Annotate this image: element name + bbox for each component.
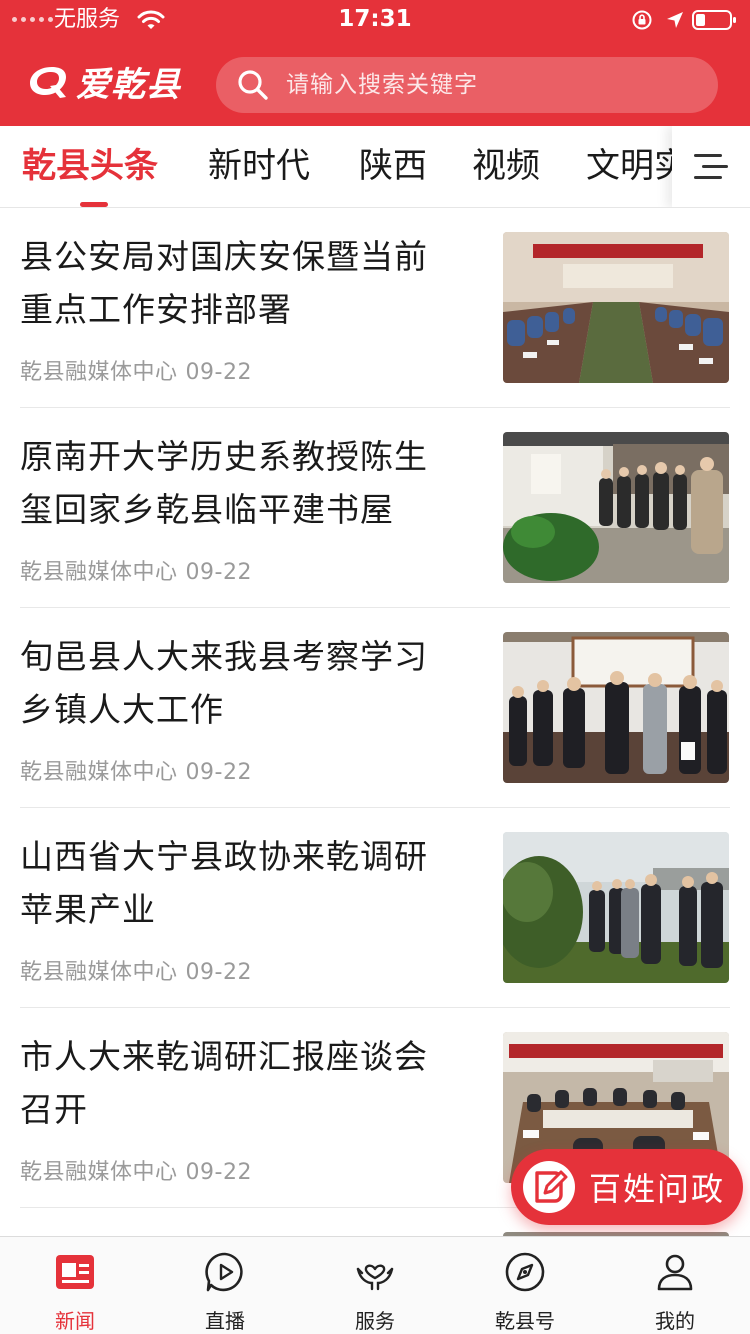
app-logo: 爱乾县	[26, 58, 181, 105]
search-input[interactable]	[286, 72, 686, 98]
meeting-room-image	[503, 232, 729, 383]
news-item[interactable]: 原南开大学历史系教授陈生玺回家乡乾县临平建书屋 乾县融媒体中心 09-22	[0, 408, 750, 608]
news-date: 09-22	[185, 1160, 252, 1185]
compass-icon	[505, 1252, 545, 1292]
news-thumbnail[interactable]	[503, 832, 729, 983]
news-item[interactable]: 山西省大宁县政协来乾调研苹果产业 乾县融媒体中心 09-22	[0, 808, 750, 1008]
nav-label: 直播	[205, 1309, 245, 1333]
status-bar: 无服务 17:31	[0, 0, 750, 40]
location-arrow-icon	[667, 12, 683, 28]
tab-shaanxi[interactable]: 陕西	[359, 144, 427, 188]
news-title: 县公安局对国庆安保暨当前重点工作安排部署	[20, 237, 428, 329]
news-date: 09-22	[185, 560, 252, 585]
nav-news[interactable]: 新闻	[0, 1237, 150, 1334]
news-source: 乾县融媒体中心	[20, 360, 178, 385]
rotation-lock-icon	[632, 10, 652, 30]
news-icon	[56, 1255, 94, 1289]
nav-label: 我的	[655, 1309, 695, 1333]
channel-tabs: 乾县头条 新时代 陕西 视频 文明实	[0, 126, 750, 208]
news-source: 乾县融媒体中心	[20, 1160, 178, 1185]
tab-video[interactable]: 视频	[472, 144, 540, 188]
news-thumbnail[interactable]	[503, 632, 729, 783]
news-title: 市人大来乾调研汇报座谈会召开	[20, 1037, 428, 1129]
news-item[interactable]: 旬邑县人大来我县考察学习乡镇人大工作 乾县融媒体中心 09-22	[0, 608, 750, 808]
battery-icon	[692, 10, 736, 30]
nav-qianxian-account[interactable]: 乾县号	[450, 1237, 600, 1334]
inspection-visit-image	[503, 632, 729, 783]
tab-headlines[interactable]: 乾县头条	[22, 144, 158, 188]
news-meta: 乾县融媒体中心 09-22	[20, 754, 252, 786]
orchard-image	[503, 832, 729, 983]
news-thumbnail[interactable]	[503, 432, 729, 583]
logo-text: 爱乾县	[76, 64, 181, 105]
service-icon	[356, 1264, 394, 1291]
news-date: 09-22	[185, 760, 252, 785]
news-meta: 乾县融媒体中心 09-22	[20, 1154, 252, 1186]
news-date: 09-22	[185, 960, 252, 985]
nav-profile[interactable]: 我的	[600, 1237, 750, 1334]
nav-label: 乾县号	[495, 1309, 555, 1333]
public-inquiry-label: 百姓问政	[589, 1170, 726, 1208]
search-icon	[238, 70, 268, 100]
bottom-nav: 新闻 直播 服务 乾县号 我的	[0, 1236, 750, 1334]
news-list: 县公安局对国庆安保暨当前重点工作安排部署 乾县融媒体中心 09-22 原南开大学历…	[0, 208, 750, 1208]
news-title: 原南开大学历史系教授陈生玺回家乡乾县临平建书屋	[20, 437, 428, 529]
news-source: 乾县融媒体中心	[20, 960, 178, 985]
logo-mark-icon	[30, 67, 66, 98]
book-house-image	[503, 432, 729, 583]
menu-icon	[694, 154, 728, 179]
tab-new-era[interactable]: 新时代	[208, 144, 310, 188]
nav-service[interactable]: 服务	[300, 1237, 450, 1334]
nav-label: 服务	[355, 1309, 395, 1333]
news-meta: 乾县融媒体中心 09-22	[20, 554, 252, 586]
nav-live[interactable]: 直播	[150, 1237, 300, 1334]
news-source: 乾县融媒体中心	[20, 760, 178, 785]
news-meta: 乾县融媒体中心 09-22	[20, 954, 252, 986]
user-icon	[657, 1254, 693, 1291]
search-bar[interactable]	[216, 57, 718, 113]
news-title: 旬邑县人大来我县考察学习乡镇人大工作	[20, 637, 428, 729]
news-item[interactable]: 县公安局对国庆安保暨当前重点工作安排部署 乾县融媒体中心 09-22	[0, 208, 750, 408]
edit-bubble-icon	[523, 1161, 575, 1213]
nav-label: 新闻	[55, 1309, 95, 1333]
news-title: 山西省大宁县政协来乾调研苹果产业	[20, 837, 428, 929]
news-source: 乾县融媒体中心	[20, 560, 178, 585]
news-thumbnail[interactable]	[503, 232, 729, 383]
channel-menu-button[interactable]	[672, 126, 750, 207]
news-meta: 乾县融媒体中心 09-22	[20, 354, 252, 386]
public-inquiry-button[interactable]: 百姓问政	[511, 1149, 743, 1225]
active-tab-indicator	[80, 202, 108, 207]
play-icon	[205, 1252, 243, 1292]
app-header: 无服务 17:31 爱乾县	[0, 0, 750, 126]
news-date: 09-22	[185, 360, 252, 385]
